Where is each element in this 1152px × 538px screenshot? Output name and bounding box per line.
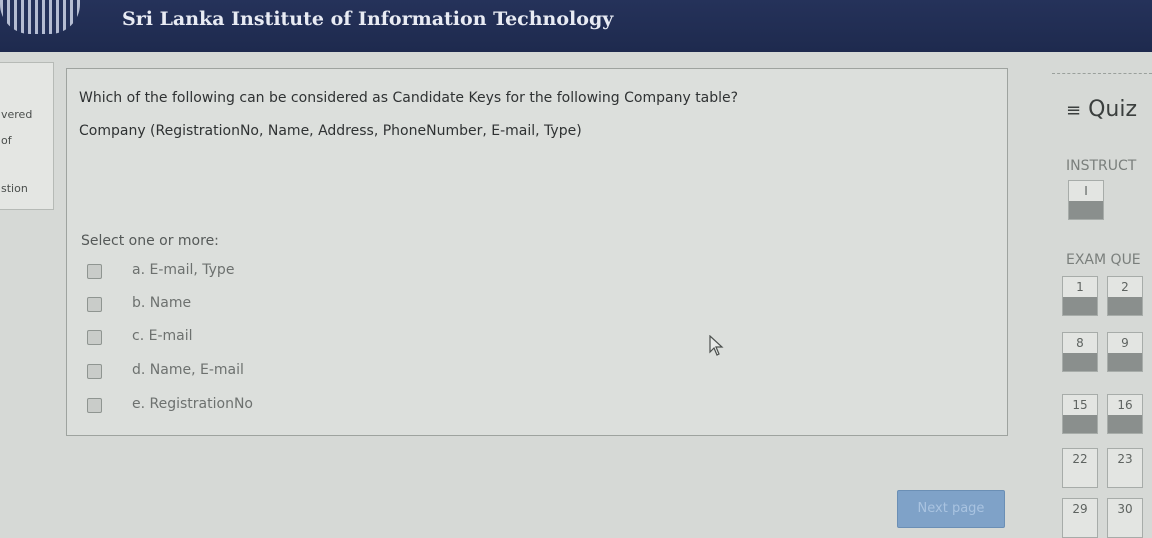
question-nav-button[interactable]: 23 <box>1107 448 1143 488</box>
option-c-label[interactable]: c. E-mail <box>132 328 193 344</box>
question-nav-button[interactable]: 22 <box>1062 448 1098 488</box>
question-nav-number: 15 <box>1072 398 1088 412</box>
nav-button-status <box>1063 353 1097 371</box>
question-schema: Company (RegistrationNo, Name, Address, … <box>79 123 582 139</box>
question-text: Which of the following can be considered… <box>79 90 739 106</box>
question-nav-number: 1 <box>1076 280 1084 294</box>
option-b-checkbox[interactable] <box>87 297 102 312</box>
instructions-nav-number: I <box>1084 184 1088 198</box>
exam-questions-label: EXAM QUE <box>1066 252 1141 268</box>
info-status-text: vered <box>1 108 33 121</box>
question-nav-number: 9 <box>1121 336 1129 350</box>
nav-button-status <box>1069 201 1103 219</box>
question-panel: Which of the following can be considered… <box>66 68 1008 436</box>
answer-prompt: Select one or more: <box>81 233 219 249</box>
question-nav-button[interactable]: 2 <box>1107 276 1143 316</box>
question-nav-number: 16 <box>1117 398 1133 412</box>
option-c-checkbox[interactable] <box>87 330 102 345</box>
option-d-checkbox[interactable] <box>87 364 102 379</box>
question-nav-button[interactable]: 16 <box>1107 394 1143 434</box>
question-nav-button[interactable]: 1 <box>1062 276 1098 316</box>
instructions-label: INSTRUCT <box>1066 158 1137 174</box>
option-d-label[interactable]: d. Name, E-mail <box>132 362 244 378</box>
info-flag-text: stion <box>1 182 28 195</box>
option-a-label[interactable]: a. E-mail, Type <box>132 262 234 278</box>
info-marks-text: of <box>1 134 12 147</box>
quiz-nav-title-text: Quiz <box>1088 97 1138 122</box>
next-page-button[interactable]: Next page <box>897 490 1005 528</box>
question-nav-number: 8 <box>1076 336 1084 350</box>
mouse-pointer-icon <box>709 335 724 356</box>
institute-logo <box>0 0 80 34</box>
question-nav-button[interactable]: 8 <box>1062 332 1098 372</box>
hamburger-icon: ≡ <box>1066 100 1082 121</box>
site-title: Sri Lanka Institute of Information Techn… <box>122 8 614 30</box>
question-nav-button[interactable]: 29 <box>1062 498 1098 538</box>
option-a-checkbox[interactable] <box>87 264 102 279</box>
nav-button-status <box>1108 353 1142 371</box>
question-nav-button[interactable]: 9 <box>1107 332 1143 372</box>
question-nav-number: 30 <box>1117 502 1133 516</box>
nav-button-status <box>1108 415 1142 433</box>
nav-button-status <box>1063 297 1097 315</box>
question-nav-number: 23 <box>1117 452 1133 466</box>
nav-button-status <box>1063 415 1097 433</box>
instructions-nav-button[interactable]: I <box>1068 180 1104 220</box>
option-e-label[interactable]: e. RegistrationNo <box>132 396 253 412</box>
site-header: Sri Lanka Institute of Information Techn… <box>0 0 1152 52</box>
question-nav-number: 2 <box>1121 280 1129 294</box>
question-nav-button[interactable]: 15 <box>1062 394 1098 434</box>
question-nav-number: 22 <box>1072 452 1088 466</box>
question-info-panel: vered of stion <box>0 62 54 210</box>
option-b-label[interactable]: b. Name <box>132 295 191 311</box>
question-nav-number: 29 <box>1072 502 1088 516</box>
nav-divider <box>1052 73 1152 74</box>
quiz-nav-title: ≡ Quiz <box>1066 97 1137 122</box>
option-e-checkbox[interactable] <box>87 398 102 413</box>
nav-button-status <box>1108 297 1142 315</box>
question-nav-button[interactable]: 30 <box>1107 498 1143 538</box>
